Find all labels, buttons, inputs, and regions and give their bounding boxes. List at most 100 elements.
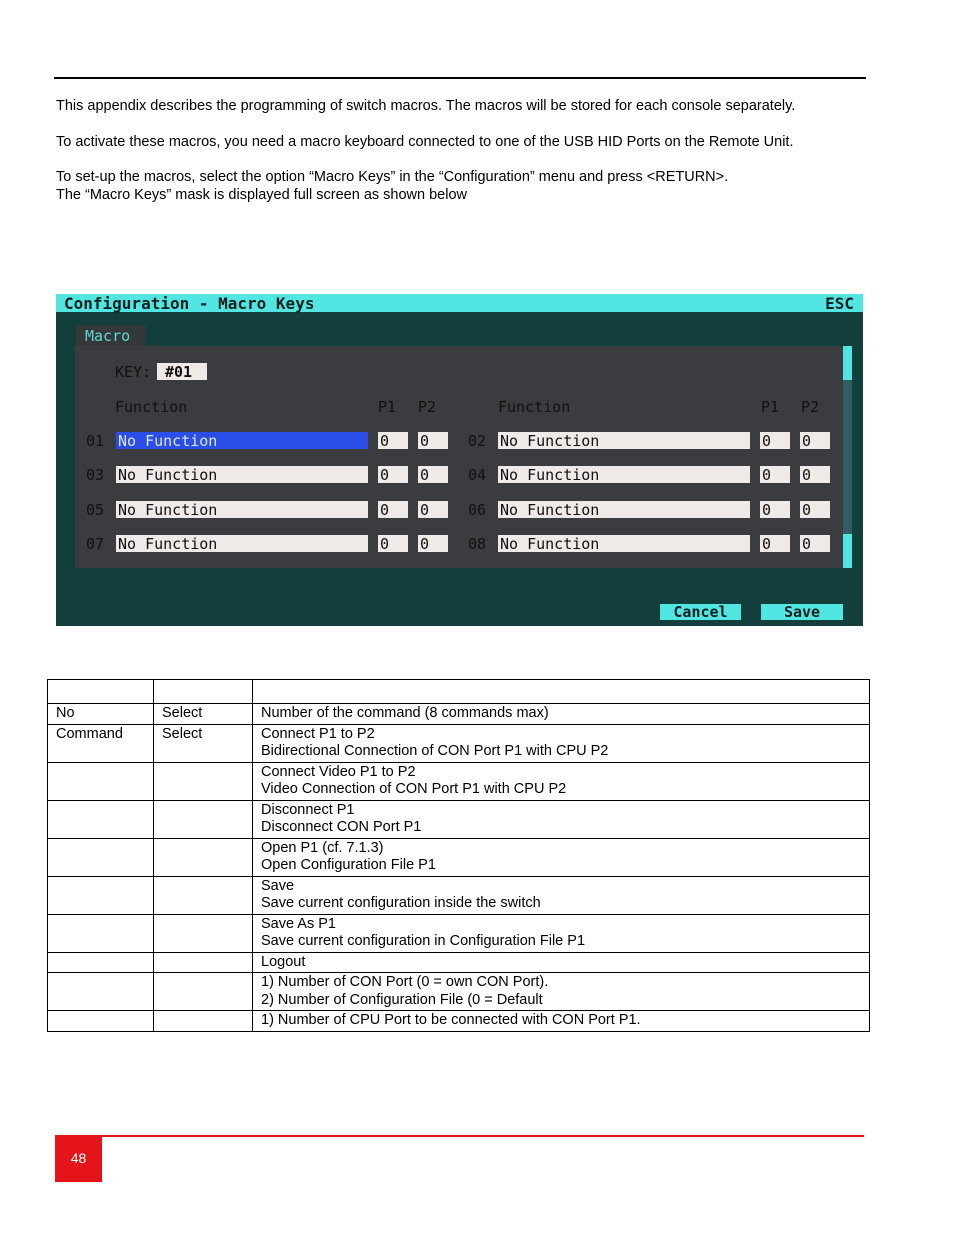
table-row: Save Save current configuration inside t… xyxy=(47,875,870,915)
type-cell xyxy=(153,761,253,801)
table-row: Open P1 (cf. 7.1.3) Open Configuration F… xyxy=(47,837,870,877)
name-cell xyxy=(47,761,154,801)
macro-number: 06 xyxy=(468,500,487,519)
table-row: Command Select Connect P1 to P2 Bidirectio… xyxy=(47,723,870,763)
page-number: 48 xyxy=(55,1135,102,1182)
name-cell xyxy=(47,972,154,1011)
type-cell xyxy=(153,799,253,839)
p2-field[interactable]: 0 xyxy=(800,466,830,484)
macro-number: 07 xyxy=(86,534,105,553)
macro-number: 08 xyxy=(468,534,487,553)
description-cell: Connect P1 to P2 Bidirectional Connectio… xyxy=(252,723,870,763)
name-cell xyxy=(47,951,154,973)
header-rule xyxy=(54,77,866,79)
function-field[interactable]: No Function xyxy=(498,500,750,519)
p1-header-right: P1 xyxy=(761,398,780,416)
title-bar: Configuration - Macro Keys ESC xyxy=(56,294,863,313)
p1-field[interactable]: 0 xyxy=(760,432,790,450)
save-button[interactable]: Save xyxy=(761,604,843,620)
table-row: No Select Number of the command (8 command… xyxy=(47,703,870,725)
table-row: Connect Video P1 to P2 Video Connection … xyxy=(47,761,870,801)
table-row: Disconnect P1 Disconnect CON Port P1 xyxy=(47,799,870,839)
description-cell: Number of the command (8 commands max) xyxy=(252,703,870,725)
macro-keys-screenshot: Configuration - Macro Keys ESC Macro KEY… xyxy=(56,294,863,626)
key-label: KEY: xyxy=(115,363,152,381)
name-cell xyxy=(47,799,154,839)
type-cell xyxy=(153,837,253,877)
function-field[interactable]: No Function xyxy=(498,534,750,553)
p1-field[interactable]: 0 xyxy=(378,432,408,450)
p2-field[interactable]: 0 xyxy=(800,500,830,519)
function-field[interactable]: No Function xyxy=(498,432,750,450)
p1-field[interactable]: 0 xyxy=(760,500,790,519)
type-cell: Select xyxy=(153,703,253,725)
type-cell xyxy=(153,951,253,973)
type-cell: Select xyxy=(153,723,253,763)
p1-field[interactable]: 0 xyxy=(760,534,790,553)
name-cell xyxy=(47,837,154,877)
setup-paragraph: To set-up the macros, select the option … xyxy=(56,169,729,185)
name-cell: Command xyxy=(47,723,154,763)
p1-field[interactable]: 0 xyxy=(378,500,408,519)
p2-field[interactable]: 0 xyxy=(418,432,448,450)
description-cell: Disconnect P1 Disconnect CON Port P1 xyxy=(252,799,870,839)
function-field[interactable]: No Function xyxy=(116,534,368,553)
macro-number: 04 xyxy=(468,466,487,485)
name-cell xyxy=(47,875,154,915)
table-row xyxy=(47,679,870,704)
mask-paragraph: The “Macro Keys” mask is displayed full … xyxy=(56,187,467,203)
type-cell xyxy=(153,875,253,915)
p1-field[interactable]: 0 xyxy=(378,466,408,484)
macro-command-table: No Select Number of the command (8 command… xyxy=(47,679,870,1032)
description-cell: 1) Number of CPU Port to be connected wi… xyxy=(252,1010,870,1032)
esc-button[interactable]: ESC xyxy=(825,294,854,313)
name-cell xyxy=(47,679,154,704)
description-cell: Connect Video P1 to P2 Video Connection … xyxy=(252,761,870,801)
table-row: Save As P1 Save current configuration in… xyxy=(47,913,870,953)
function-field[interactable]: No Function xyxy=(116,432,368,450)
p2-field[interactable]: 0 xyxy=(800,534,830,553)
macro-number: 01 xyxy=(86,432,105,450)
table-row: 1) Number of CPU Port to be connected wi… xyxy=(47,1010,870,1032)
cancel-button[interactable]: Cancel xyxy=(660,604,741,620)
screen-title: Configuration - Macro Keys xyxy=(64,294,315,313)
name-cell xyxy=(47,913,154,953)
macro-number: 03 xyxy=(86,466,105,485)
type-cell xyxy=(153,972,253,1011)
intro-paragraph: This appendix describes the programming … xyxy=(56,98,796,114)
description-cell: Open P1 (cf. 7.1.3) Open Configuration F… xyxy=(252,837,870,877)
p2-field[interactable]: 0 xyxy=(418,534,448,553)
macro-number: 05 xyxy=(86,500,105,519)
type-cell xyxy=(153,913,253,953)
function-header-right: Function xyxy=(498,398,571,416)
type-cell xyxy=(153,679,253,704)
activation-paragraph: To activate these macros, you need a mac… xyxy=(56,134,794,150)
description-cell: 1) Number of CON Port (0 = own CON Port)… xyxy=(252,972,870,1011)
function-field[interactable]: No Function xyxy=(116,500,368,519)
p2-field[interactable]: 0 xyxy=(418,466,448,484)
description-cell xyxy=(252,679,870,704)
key-field[interactable]: #01 xyxy=(157,363,207,381)
p2-field[interactable]: 0 xyxy=(418,500,448,519)
function-field[interactable]: No Function xyxy=(498,466,750,484)
function-field[interactable]: No Function xyxy=(116,466,368,484)
table-row: Logout xyxy=(47,951,870,973)
name-cell xyxy=(47,1010,154,1032)
type-cell xyxy=(153,1010,253,1032)
description-cell: Logout xyxy=(252,951,870,973)
scrollbar[interactable] xyxy=(843,346,852,568)
footer-rule xyxy=(55,1135,864,1137)
p2-header-right: P2 xyxy=(801,398,820,416)
p1-header-left: P1 xyxy=(378,398,397,416)
tab-macro[interactable]: Macro xyxy=(76,325,146,346)
description-cell: Save As P1 Save current configuration in… xyxy=(252,913,870,953)
document-page: This appendix describes the programming … xyxy=(0,0,954,1235)
table-row: 1) Number of CON Port (0 = own CON Port)… xyxy=(47,972,870,1011)
p1-field[interactable]: 0 xyxy=(760,466,790,484)
p1-field[interactable]: 0 xyxy=(378,534,408,553)
description-cell: Save Save current configuration inside t… xyxy=(252,875,870,915)
p2-header-left: P2 xyxy=(418,398,437,416)
p2-field[interactable]: 0 xyxy=(800,432,830,450)
macro-number: 02 xyxy=(468,432,487,450)
function-header-left: Function xyxy=(115,398,188,416)
